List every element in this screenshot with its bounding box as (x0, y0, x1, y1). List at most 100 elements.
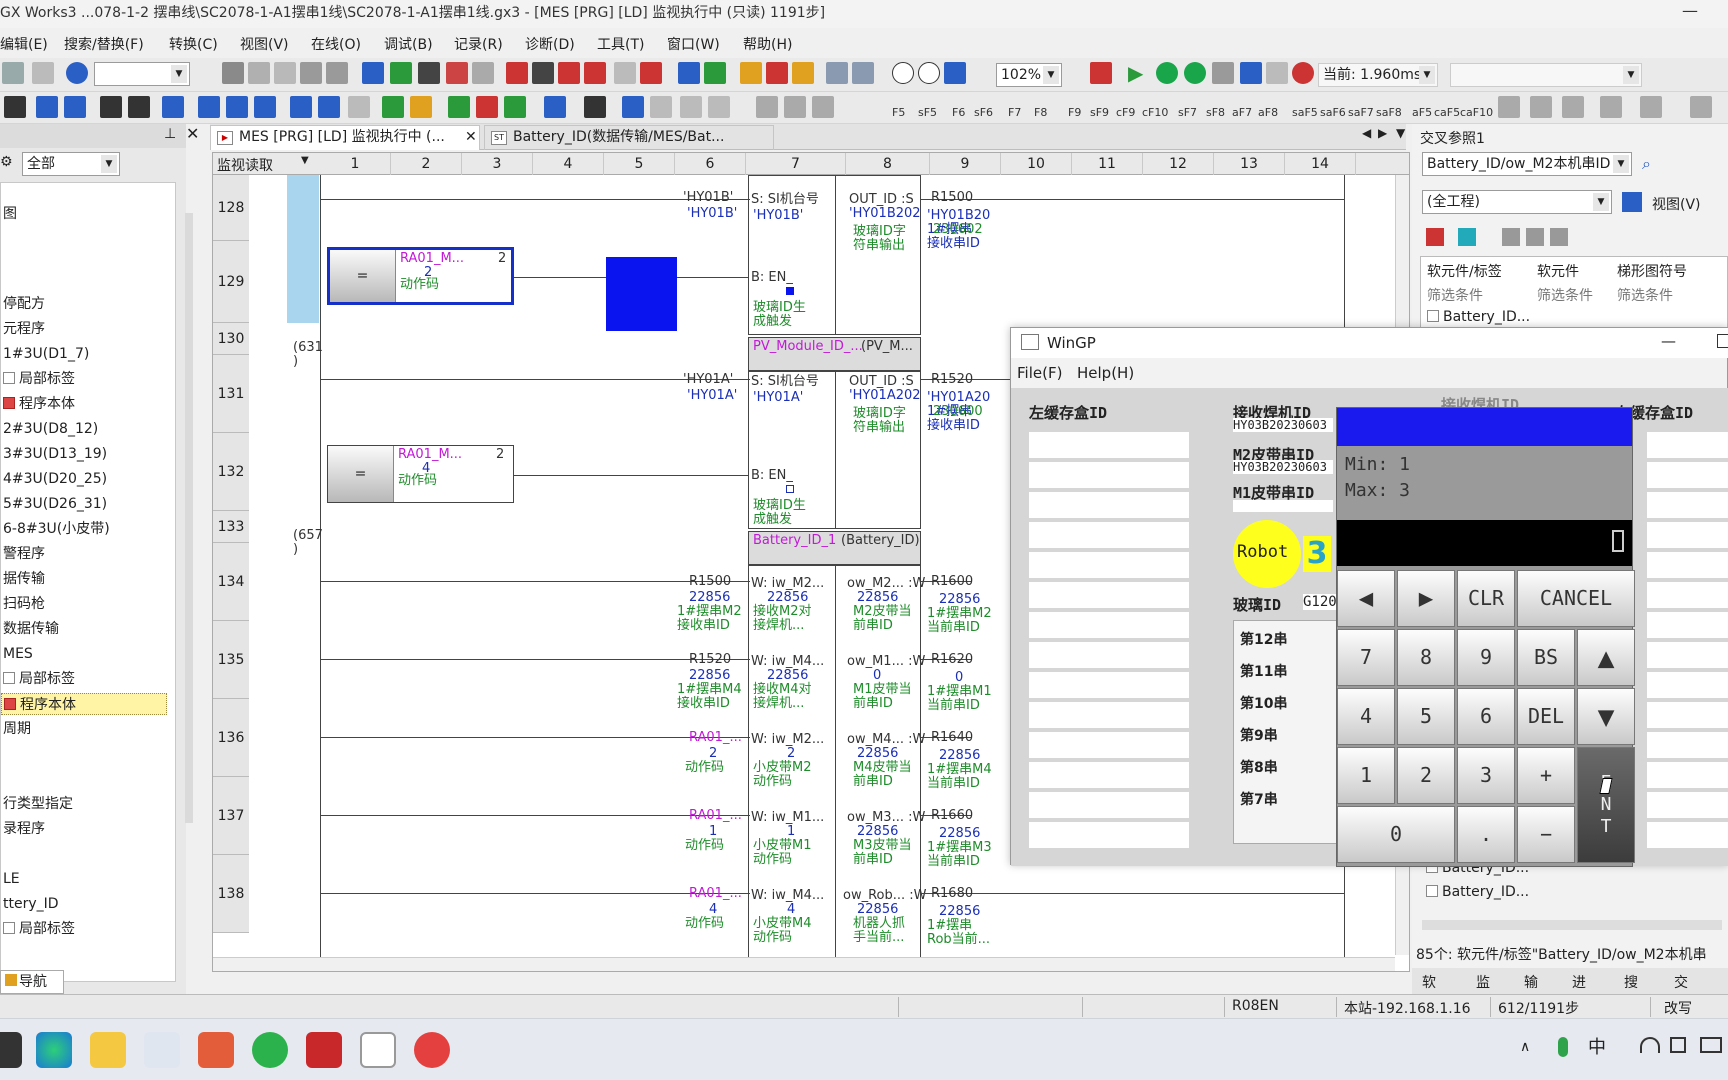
search-icon[interactable]: ⌕ (1642, 154, 1651, 174)
folder-icon[interactable] (90, 1032, 126, 1068)
table-row[interactable]: Battery_ID... (1427, 309, 1530, 325)
tree-item[interactable]: 扫码枪 (1, 593, 45, 615)
ime-indicator[interactable]: 中 (1588, 1033, 1606, 1059)
tree-item[interactable]: 2#3U(D8_12) (1, 418, 98, 440)
fkey-label[interactable]: F8 (1034, 106, 1047, 119)
tree-item-local-label[interactable]: 局部标签 (1, 368, 75, 390)
dev-verify-icon[interactable] (418, 62, 440, 84)
zoom-in-icon[interactable] (892, 62, 914, 84)
tree-scrollbar[interactable] (185, 213, 193, 823)
string-item[interactable]: 第8串 (1240, 757, 1278, 777)
fkey-label[interactable]: caF5 (1434, 106, 1460, 119)
xref-search-combo[interactable]: Battery_ID/ow_M2本机串ID ▼ (1422, 152, 1632, 176)
tree-item[interactable]: 3#3U(D13_19) (1, 443, 107, 465)
key-clr[interactable]: CLR (1457, 570, 1515, 627)
ok-icon[interactable] (1240, 62, 1262, 84)
search-icon[interactable] (622, 96, 644, 118)
tree-item[interactable]: 周期 (1, 718, 31, 740)
pin-icon[interactable]: ⊥ (164, 126, 176, 142)
src-var[interactable]: R1520 (689, 653, 731, 667)
dev-monitor-icon[interactable] (678, 62, 700, 84)
cut-icon[interactable] (222, 62, 244, 84)
menu-view[interactable]: 视图(V) (240, 34, 289, 54)
key-8[interactable]: 8 (1397, 629, 1455, 686)
toolbar-combo-2[interactable]: ▼ (1450, 63, 1642, 87)
tree-item[interactable] (1, 843, 3, 865)
extra-icon[interactable] (1498, 96, 1520, 118)
monitor-start-icon[interactable] (1090, 62, 1112, 84)
delete-icon[interactable] (1426, 228, 1444, 246)
key-left[interactable]: ◀ (1337, 570, 1395, 627)
src-var[interactable]: RA01_... (689, 731, 742, 745)
key-enter[interactable]: E N T (1577, 747, 1635, 863)
key-up[interactable]: ▲ (1577, 629, 1635, 686)
tool2-icon[interactable] (318, 96, 340, 118)
contact-icon[interactable] (584, 96, 606, 118)
gauge-icon[interactable] (1292, 62, 1314, 84)
dev2-icon[interactable] (198, 96, 220, 118)
key-dot[interactable]: . (1457, 806, 1515, 863)
extra4-icon[interactable] (1600, 96, 1622, 118)
zoom-select[interactable]: 102% ▼ (996, 63, 1062, 87)
view-menu[interactable]: 视图(V) (1652, 194, 1701, 214)
key-right[interactable]: ▶ (1397, 570, 1455, 627)
check2-icon[interactable] (1184, 62, 1206, 84)
fkey-label[interactable]: saF8 (1376, 106, 1402, 119)
fkey-label[interactable]: F7 (1008, 106, 1021, 119)
tool5-icon[interactable] (504, 96, 526, 118)
string-item[interactable]: 第12串 (1240, 629, 1287, 649)
grid-icon[interactable] (36, 96, 58, 118)
menu-convert[interactable]: 转换(C) (169, 34, 218, 54)
maximize-button[interactable] (1717, 334, 1728, 348)
tree-item[interactable]: 数据传输 (1, 618, 59, 640)
dev-read-icon[interactable] (362, 62, 384, 84)
fit-icon[interactable] (944, 62, 966, 84)
tree-item[interactable]: ttery_ID (1, 893, 59, 915)
transfer3-icon[interactable] (558, 62, 580, 84)
fkey-label[interactable]: saF6 (1320, 106, 1346, 119)
menu-diagnose[interactable]: 诊断(D) (525, 34, 575, 54)
list-icon[interactable] (348, 96, 370, 118)
fkey-label[interactable]: cF10 (1142, 106, 1168, 119)
key-7[interactable]: 7 (1337, 629, 1395, 686)
key-1[interactable]: 1 (1337, 747, 1395, 804)
dev-monitor2-icon[interactable] (704, 62, 726, 84)
filter-cell[interactable]: 筛选条件 (1537, 285, 1593, 305)
func3-icon[interactable] (812, 96, 834, 118)
table-row[interactable]: Battery_ID... (1426, 884, 1529, 900)
tree-item-local-label[interactable]: 局部标签 (1, 668, 75, 690)
fkey-label[interactable]: aF8 (1258, 106, 1278, 119)
signal-icon[interactable] (1266, 62, 1288, 84)
coil3-icon[interactable] (708, 96, 730, 118)
fkey-label[interactable]: F5 (892, 106, 905, 119)
dest-var[interactable]: R1620 (931, 653, 973, 667)
mic-icon[interactable] (1558, 1037, 1568, 1057)
tab-xref-bottom[interactable]: 交 (1674, 972, 1688, 992)
tab-xref-bottom[interactable]: 软 (1422, 972, 1436, 992)
fkey-label[interactable]: sF8 (1206, 106, 1225, 119)
tree-item[interactable]: 元程序 (1, 318, 45, 340)
menu-online[interactable]: 在线(O) (311, 34, 361, 54)
fkey-label[interactable]: cF9 (1116, 106, 1135, 119)
tab-xref-bottom[interactable]: 输 (1524, 972, 1538, 992)
string-item[interactable]: 第11串 (1240, 661, 1287, 681)
key-cancel[interactable]: CANCEL (1517, 570, 1635, 627)
edge-icon[interactable] (36, 1032, 72, 1068)
record-icon[interactable] (414, 1032, 450, 1068)
paste-icon[interactable] (274, 62, 296, 84)
tab-xref-bottom[interactable]: 搜 (1624, 972, 1638, 992)
menu-window[interactable]: 窗口(W) (667, 34, 720, 54)
fkey-label[interactable]: sF5 (918, 106, 937, 119)
key-4[interactable]: 4 (1337, 688, 1395, 745)
arrow3-icon[interactable] (792, 62, 814, 84)
battery-icon[interactable] (1700, 1037, 1722, 1053)
coil-icon[interactable] (650, 96, 672, 118)
refresh-icon[interactable] (1622, 192, 1642, 212)
dev-write-icon[interactable] (390, 62, 412, 84)
string-item[interactable]: 第9串 (1240, 725, 1278, 745)
dest-var[interactable]: R1600 (931, 575, 973, 589)
src-var[interactable]: RA01_... (689, 809, 742, 823)
dev3-icon[interactable] (226, 96, 248, 118)
dest-var[interactable]: R1680 (931, 887, 973, 901)
tree-item[interactable]: 停配方 (1, 293, 45, 315)
